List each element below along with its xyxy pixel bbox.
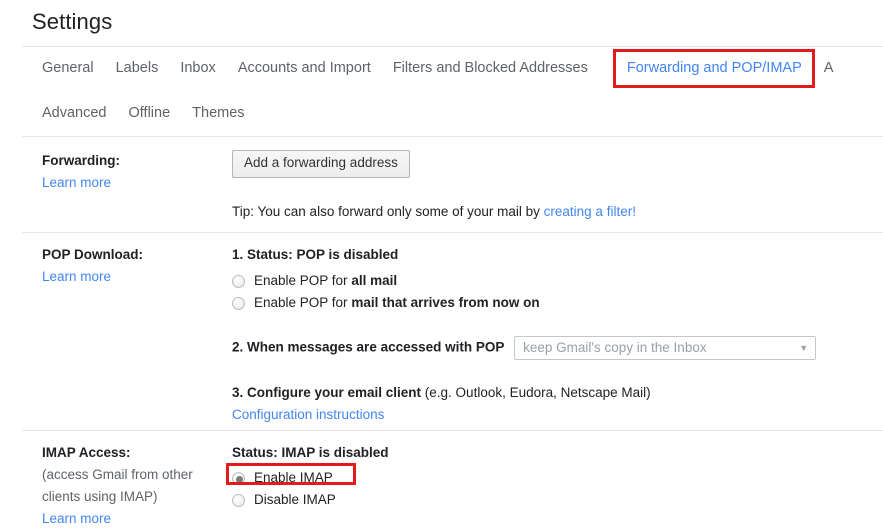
forwarding-tip: Tip: You can also forward only some of y…: [232, 201, 636, 223]
pop-step3-link-row: Configuration instructions: [232, 404, 816, 426]
pop-status-text: 1. Status: POP is disabled: [232, 247, 399, 262]
imap-body: Status: IMAP is disabled Enable IMAP Dis…: [232, 442, 389, 511]
pop-step2-label: 2. When messages are accessed with POP: [232, 339, 505, 355]
configuration-instructions-link[interactable]: Configuration instructions: [232, 407, 384, 422]
divider-below-forwarding: [22, 232, 883, 233]
page-title: Settings: [32, 9, 113, 34]
radio-pop-all-mail-label[interactable]: Enable POP for all mail: [254, 270, 397, 292]
tab-filters-and-blocked-addresses[interactable]: Filters and Blocked Addresses: [393, 61, 588, 76]
pop-enable-all-mail-row[interactable]: Enable POP for all mail: [232, 270, 816, 292]
forwarding-label-block: Forwarding: Learn more: [42, 150, 222, 194]
radio-pop-from-now-on-icon[interactable]: [232, 296, 245, 310]
tab-row-primary: General Labels Inbox Accounts and Import…: [22, 46, 883, 91]
tab-labels[interactable]: Labels: [116, 61, 159, 76]
imap-learn-more-link[interactable]: Learn more: [42, 508, 222, 530]
pop-enable-from-now-on-row[interactable]: Enable POP for mail that arrives from no…: [232, 292, 816, 314]
radio-imap-disable-icon[interactable]: [232, 493, 245, 507]
imap-note-line-1: (access Gmail from other: [42, 467, 193, 482]
tab-general[interactable]: General: [42, 61, 94, 76]
imap-disable-row[interactable]: Disable IMAP: [232, 489, 389, 511]
settings-page: Settings General Labels Inbox Accounts a…: [0, 0, 883, 530]
tab-forwarding-and-pop-imap[interactable]: Forwarding and POP/IMAP: [612, 49, 815, 88]
settings-tabs: General Labels Inbox Accounts and Import…: [22, 46, 883, 135]
radio-imap-enable-icon[interactable]: [232, 471, 245, 485]
radio-pop-from-now-on-label[interactable]: Enable POP for mail that arrives from no…: [254, 292, 540, 314]
pop-step2-row: 2. When messages are accessed with POP k…: [232, 336, 817, 360]
divider-below-pop: [22, 430, 883, 431]
forwarding-tip-text: Tip: You can also forward only some of y…: [232, 203, 544, 219]
forwarding-label: Forwarding:: [42, 153, 120, 168]
radio-imap-disable-label[interactable]: Disable IMAP: [254, 489, 336, 511]
pop-body: 1. Status: POP is disabled Enable POP fo…: [232, 244, 817, 426]
pop-step3-label: 3. Configure your email client: [232, 385, 422, 400]
radio-imap-enable-label[interactable]: Enable IMAP: [254, 467, 333, 489]
forwarding-learn-more-link[interactable]: Learn more: [42, 172, 222, 194]
imap-status-text: Status: IMAP is disabled: [232, 445, 389, 460]
tab-advanced[interactable]: Advanced: [42, 106, 107, 121]
pop-step3-row: 3. Configure your email client (e.g. Out…: [232, 382, 816, 404]
tab-inbox[interactable]: Inbox: [180, 61, 215, 76]
pop-label-block: POP Download: Learn more: [42, 244, 222, 288]
imap-note-line-2: clients using IMAP): [42, 489, 158, 504]
tab-row-secondary: Advanced Offline Themes: [22, 91, 883, 135]
pop-access-action-select[interactable]: keep Gmail's copy in the Inbox ▼: [514, 336, 817, 360]
pop-download-label: POP Download:: [42, 247, 144, 262]
chevron-down-icon: ▼: [799, 342, 809, 353]
forwarding-body: Add a forwarding address Tip: You can al…: [232, 150, 636, 223]
tab-accounts-and-import[interactable]: Accounts and Import: [238, 61, 371, 76]
radio-pop-all-mail-icon[interactable]: [232, 274, 245, 288]
pop-access-action-value: keep Gmail's copy in the Inbox: [523, 340, 707, 355]
tab-offline[interactable]: Offline: [129, 106, 171, 121]
add-forwarding-address-button[interactable]: Add a forwarding address: [232, 150, 410, 178]
tab-themes[interactable]: Themes: [192, 106, 244, 121]
divider-below-tabs: [22, 136, 883, 137]
imap-label-block: IMAP Access: (access Gmail from other cl…: [42, 442, 222, 530]
imap-enable-row[interactable]: Enable IMAP: [232, 467, 389, 489]
pop-step3-examples: (e.g. Outlook, Eudora, Netscape Mail): [421, 385, 651, 400]
tab-add-ons[interactable]: A: [824, 61, 834, 76]
creating-a-filter-link[interactable]: creating a filter!: [544, 204, 636, 219]
pop-learn-more-link[interactable]: Learn more: [42, 266, 222, 288]
imap-access-label: IMAP Access:: [42, 445, 131, 460]
